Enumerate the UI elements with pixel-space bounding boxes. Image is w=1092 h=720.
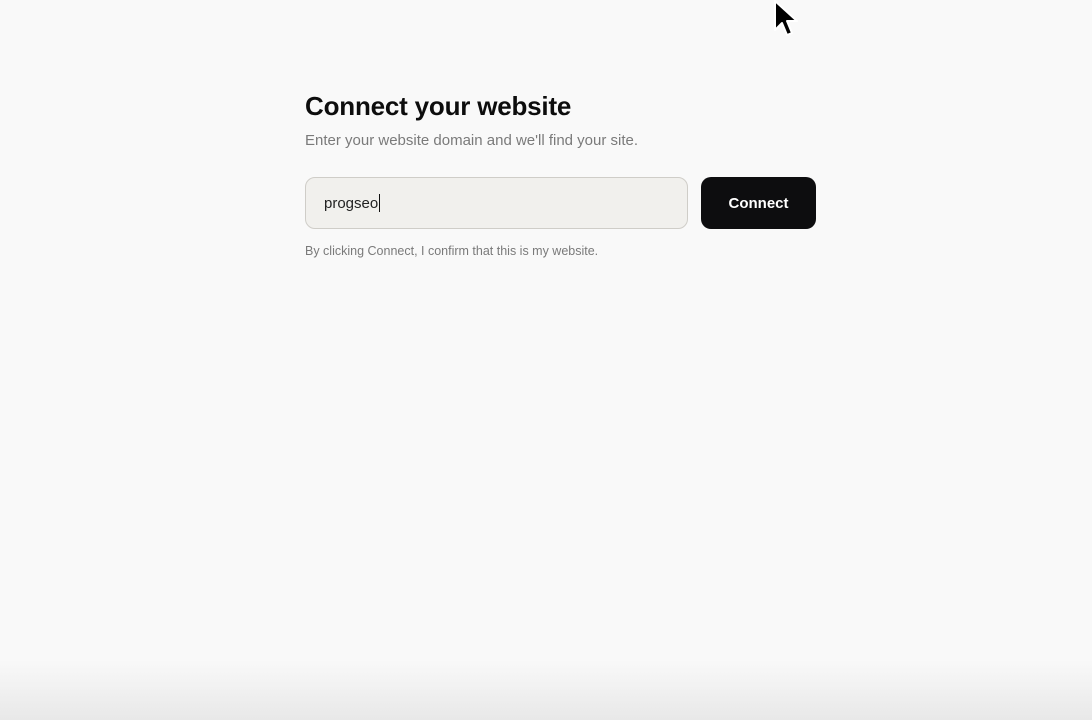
domain-form: progseo Connect (305, 177, 825, 229)
text-caret (379, 194, 381, 212)
page-title: Connect your website (305, 91, 572, 121)
page-subtitle: Enter your website domain and we'll find… (305, 132, 639, 149)
domain-input[interactable]: progseo (305, 177, 688, 229)
connect-website-page: Connect your website Enter your website … (0, 0, 1092, 720)
disclaimer-text: By clicking Connect, I confirm that this… (305, 244, 599, 258)
connect-website-panel: Connect your website Enter your website … (305, 88, 825, 258)
bottom-fade (0, 660, 1092, 720)
domain-input-value: progseo (324, 194, 379, 212)
connect-button[interactable]: Connect (701, 177, 816, 229)
mouse-pointer-icon (774, 0, 798, 36)
